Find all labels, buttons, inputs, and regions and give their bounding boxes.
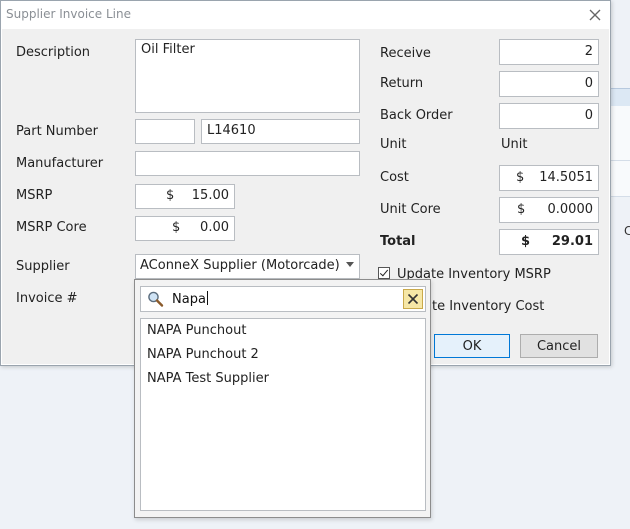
receive-input[interactable]: 2: [499, 39, 599, 65]
part-number-value: L14610: [207, 123, 256, 138]
cancel-button-label: Cancel: [536, 338, 582, 354]
description-label: Description: [16, 45, 91, 60]
unit-core-currency: $: [517, 202, 526, 217]
return-value: 0: [584, 76, 593, 91]
supplier-search-text: Napa: [172, 291, 208, 307]
receive-value: 2: [584, 44, 593, 59]
msrp-value: 15.00: [191, 188, 229, 203]
background-partial-text: C: [624, 224, 630, 238]
close-button[interactable]: [583, 4, 607, 26]
unit-label: Unit: [380, 137, 407, 152]
supplier-search-input[interactable]: Napa: [140, 286, 426, 312]
clear-search-button[interactable]: [403, 289, 423, 309]
dialog-titlebar: Supplier Invoice Line: [1, 1, 610, 29]
supplier-result-item[interactable]: NAPA Punchout 2: [147, 347, 259, 362]
checkmark-icon: [379, 267, 389, 277]
unit-core-value: 0.0000: [547, 202, 594, 217]
msrp-currency: $: [166, 188, 175, 203]
manufacturer-label: Manufacturer: [16, 156, 104, 171]
ok-button-label: OK: [462, 338, 482, 354]
description-value: Oil Filter: [141, 42, 195, 57]
msrp-core-label: MSRP Core: [16, 220, 87, 235]
ok-button[interactable]: OK: [434, 334, 510, 358]
part-number-input[interactable]: L14610: [201, 119, 360, 144]
close-icon: [589, 9, 601, 21]
update-msrp-checkbox[interactable]: [378, 267, 390, 279]
back-order-value: 0: [584, 108, 593, 123]
cost-input[interactable]: $ 14.5051: [499, 165, 599, 191]
part-prefix-input[interactable]: [135, 119, 195, 144]
cost-value: 14.5051: [539, 170, 593, 185]
unit-core-input[interactable]: $ 0.0000: [499, 197, 599, 223]
unit-value: Unit: [501, 137, 528, 152]
unit-core-label: Unit Core: [380, 202, 441, 217]
return-input[interactable]: 0: [499, 71, 599, 97]
description-textarea[interactable]: Oil Filter: [135, 39, 360, 113]
total-currency: $: [521, 234, 531, 249]
msrp-core-currency: $: [172, 220, 181, 235]
cost-currency: $: [516, 170, 525, 185]
part-number-label: Part Number: [16, 124, 99, 139]
total-label: Total: [380, 234, 416, 249]
update-cost-label: te Inventory Cost: [432, 299, 545, 314]
msrp-input[interactable]: $ 15.00: [135, 184, 235, 209]
background-header-strip: [610, 88, 630, 107]
supplier-search-value: Napa: [172, 292, 206, 307]
cost-label: Cost: [380, 170, 409, 185]
manufacturer-input[interactable]: [135, 151, 360, 176]
supplier-dropdown[interactable]: AConneX Supplier (Motorcade): [135, 254, 360, 279]
magnifier-icon: [148, 291, 164, 307]
back-order-input[interactable]: 0: [499, 103, 599, 129]
supplier-result-item[interactable]: NAPA Test Supplier: [147, 371, 269, 386]
supplier-results-list: NAPA Punchout NAPA Punchout 2 NAPA Test …: [140, 318, 426, 511]
msrp-core-value: 0.00: [200, 220, 229, 235]
supplier-value: AConneX Supplier (Motorcade): [140, 258, 340, 273]
return-label: Return: [380, 76, 424, 91]
text-caret: [206, 291, 208, 305]
back-order-label: Back Order: [380, 108, 453, 123]
background-panel: [610, 106, 630, 197]
supplier-result-item[interactable]: NAPA Punchout: [147, 323, 246, 338]
total-field: $ 29.01: [499, 229, 599, 255]
chevron-down-icon: [346, 262, 354, 267]
msrp-label: MSRP: [16, 188, 53, 203]
receive-label: Receive: [380, 46, 431, 61]
supplier-dropdown-popup: Napa NAPA Punchout NAPA Punchout 2 NAPA …: [134, 279, 431, 518]
supplier-label: Supplier: [16, 259, 70, 274]
dialog-title: Supplier Invoice Line: [6, 7, 131, 21]
cancel-button[interactable]: Cancel: [520, 334, 598, 358]
total-value: 29.01: [551, 234, 593, 249]
background-divider: [610, 160, 630, 161]
msrp-core-input[interactable]: $ 0.00: [135, 216, 235, 241]
invoice-number-label: Invoice #: [16, 291, 78, 306]
clear-x-icon: [407, 293, 419, 305]
